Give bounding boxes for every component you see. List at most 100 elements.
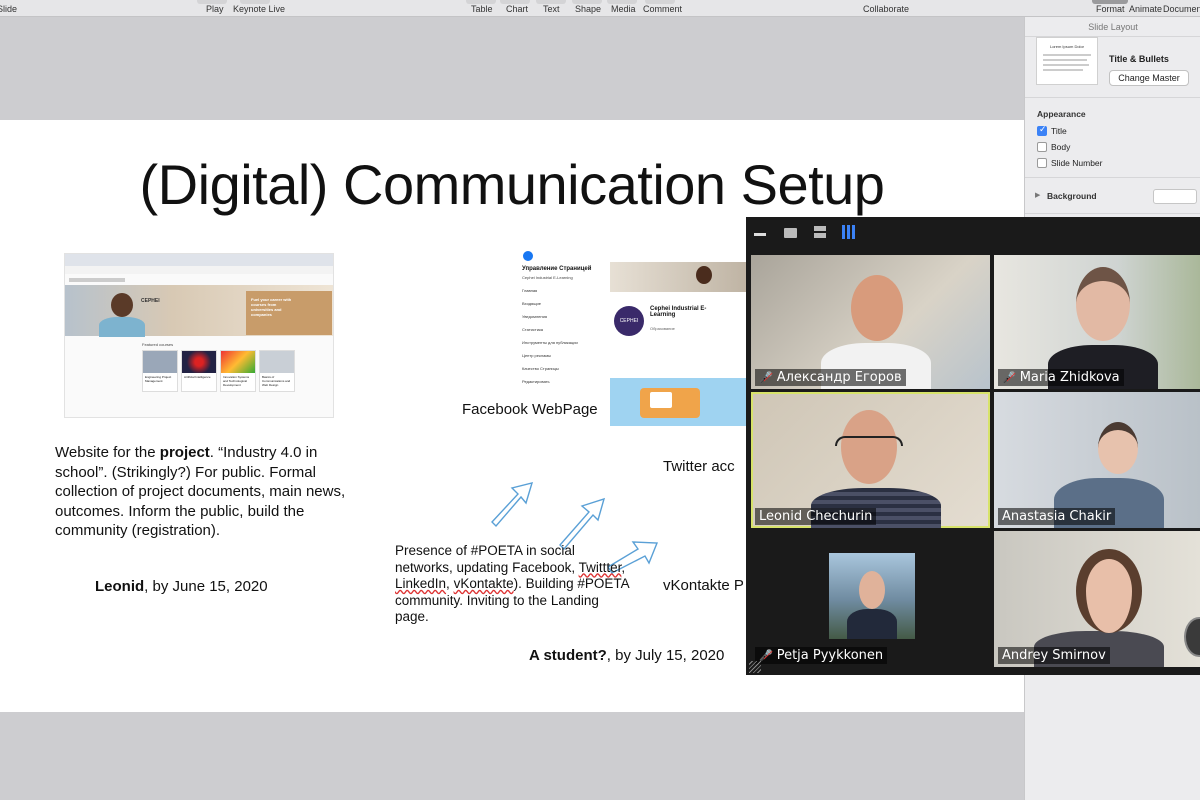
toolbar-keynote-live-button[interactable]: Keynote Live bbox=[233, 4, 285, 14]
fb-page-name: Cephei Industrial E-Learning bbox=[650, 306, 707, 318]
course-card: Artificial Intelligence bbox=[181, 350, 217, 392]
course-card: Innovation Systems and Technological Dev… bbox=[220, 350, 256, 392]
keynote-toolbar: Slide Play Keynote Live Table Chart Text… bbox=[0, 0, 1200, 17]
student-owner[interactable]: A student?, by July 15, 2020 bbox=[529, 647, 724, 664]
social-comma: , bbox=[621, 559, 626, 575]
website-screenshot[interactable]: CEPHEI Fuel your career with courses fro… bbox=[64, 253, 334, 418]
toolbar-media-button[interactable]: Media bbox=[611, 4, 636, 14]
gallery-view-icon[interactable] bbox=[842, 225, 856, 239]
participant-name: 🎤̸ Александр Егоров bbox=[755, 369, 906, 386]
social-twitter: Twittter bbox=[578, 559, 622, 575]
fb-menu-item: Инструменты для публикации bbox=[522, 340, 578, 345]
toolbar-slide-button[interactable]: Slide bbox=[0, 4, 17, 14]
site-nav-line bbox=[69, 278, 125, 282]
social-linkedin: LinkedIn bbox=[395, 576, 447, 591]
participant-name-text: Александр Егоров bbox=[776, 370, 902, 385]
vkontakte-label[interactable]: vKontakte P bbox=[663, 577, 744, 594]
title-checkbox[interactable] bbox=[1037, 125, 1047, 136]
website-text-bold: project bbox=[159, 444, 210, 461]
body-checkbox[interactable] bbox=[1037, 142, 1047, 152]
facebook-label[interactable]: Facebook WebPage bbox=[462, 401, 598, 418]
participant-tile[interactable]: 🎤̸ Maria Zhidkova bbox=[994, 255, 1200, 389]
toolbar-text-button[interactable]: Text bbox=[543, 4, 560, 14]
resize-handle-icon[interactable] bbox=[749, 661, 761, 673]
participant-tile[interactable]: 🎤̸ Александр Егоров bbox=[751, 255, 990, 389]
site-nav bbox=[65, 266, 333, 274]
background-color-well[interactable] bbox=[1153, 189, 1197, 204]
participant-head bbox=[1076, 549, 1142, 633]
participant-avatar-photo bbox=[829, 553, 915, 639]
fb-menu-item: Входящие bbox=[522, 301, 541, 306]
arrow-icon bbox=[559, 497, 606, 551]
participant-head bbox=[1098, 422, 1138, 474]
participant-name: 🎤̸ Petja Pyykkonen bbox=[755, 647, 888, 664]
layout-thumbnail[interactable]: Lorem Ipsum Dolor bbox=[1036, 37, 1098, 85]
hero-person-head bbox=[111, 293, 133, 317]
participant-tile[interactable]: Andrey Smirnov bbox=[994, 531, 1200, 667]
muted-mic-icon: 🎤̸ bbox=[759, 649, 773, 662]
participant-tile-active-speaker[interactable]: Leonid Chechurin bbox=[751, 392, 990, 528]
disclosure-triangle-icon[interactable]: ▶ bbox=[1035, 191, 1040, 199]
strip-view-icon-top[interactable] bbox=[814, 226, 826, 231]
participant-name-text: Petja Pyykkonen bbox=[776, 648, 884, 663]
twitter-label[interactable]: Twitter acc bbox=[663, 458, 735, 475]
slide-title[interactable]: (Digital) Communication Setup bbox=[0, 152, 1024, 217]
toolbar-play-button[interactable]: Play bbox=[206, 4, 224, 14]
fb-menu-item: Качество Страницы bbox=[522, 366, 559, 371]
speaker-view-icon[interactable] bbox=[784, 228, 797, 238]
featured-courses-label: Featured courses bbox=[142, 342, 174, 347]
toolbar-format-button[interactable]: Format bbox=[1096, 4, 1125, 14]
participant-name: Andrey Smirnov bbox=[998, 647, 1110, 664]
toolbar-collaborate-button[interactable]: Collaborate bbox=[863, 4, 909, 14]
hero-cta-text: Fuel your career with courses from unive… bbox=[251, 297, 292, 317]
course-card: Engineering Project Management bbox=[142, 350, 178, 392]
divider bbox=[1025, 97, 1200, 98]
headset-icon bbox=[835, 436, 903, 446]
website-description[interactable]: Website for the project. “Industry 4.0 i… bbox=[55, 443, 355, 541]
course-card: Basics of Communications and Web Design bbox=[259, 350, 295, 392]
facebook-screenshot[interactable]: Управление Страницей Cephei Industrial E… bbox=[516, 240, 746, 426]
toolbar-animate-button[interactable]: Animate bbox=[1129, 4, 1162, 14]
toolbar-chart-button[interactable]: Chart bbox=[506, 4, 528, 14]
layout-thumb-title: Lorem Ipsum Dolor bbox=[1049, 44, 1084, 49]
toolbar-comment-button[interactable]: Comment bbox=[643, 4, 682, 14]
slide-number-checkbox[interactable] bbox=[1037, 158, 1047, 168]
fb-menu-item: Уведомления bbox=[522, 314, 548, 319]
fb-manage-header: Управление Страницей bbox=[522, 266, 592, 272]
fb-menu-item: Статистика bbox=[522, 327, 544, 332]
social-description[interactable]: Presence of #POETA in social networks, u… bbox=[395, 543, 633, 626]
muted-mic-icon: 🎤̸ bbox=[759, 371, 773, 384]
participant-head bbox=[851, 275, 903, 341]
change-master-button[interactable]: Change Master bbox=[1109, 70, 1189, 86]
social-comma: , bbox=[446, 576, 454, 591]
minimize-icon[interactable] bbox=[754, 233, 766, 236]
student-owner-name: A student? bbox=[529, 647, 607, 664]
participant-name-text: Maria Zhidkova bbox=[1019, 370, 1120, 385]
participant-tile[interactable]: 🎤̸ Petja Pyykkonen bbox=[751, 531, 990, 667]
toolbar-table-button[interactable]: Table bbox=[471, 4, 493, 14]
layout-name: Title & Bullets bbox=[1109, 54, 1169, 64]
toolbar-document-button[interactable]: Document bbox=[1163, 4, 1200, 14]
fb-page-category: Образование bbox=[650, 326, 675, 331]
zoom-gallery-window[interactable]: 🎤̸ Александр Егоров 🎤̸ Maria Zhidkova Leon… bbox=[746, 217, 1200, 675]
social-vkontakte: vKontakte bbox=[453, 576, 514, 591]
fb-page-logo: CEPHEI bbox=[614, 306, 644, 336]
participant-name: Anastasia Chakir bbox=[998, 508, 1116, 525]
arrow-icon bbox=[491, 482, 534, 528]
strip-view-icon-bottom[interactable] bbox=[814, 233, 826, 238]
student-owner-date: , by July 15, 2020 bbox=[606, 647, 725, 664]
body-checkbox-label: Body bbox=[1051, 142, 1071, 152]
appearance-label: Appearance bbox=[1037, 109, 1086, 119]
background-label[interactable]: Background bbox=[1047, 191, 1097, 201]
divider bbox=[1025, 213, 1200, 214]
website-owner[interactable]: Leonid, by June 15, 2020 bbox=[95, 578, 268, 595]
participant-name-text: Leonid Chechurin bbox=[759, 509, 873, 524]
fb-cover-photo bbox=[610, 262, 746, 292]
overflow-button[interactable] bbox=[1184, 617, 1200, 657]
toolbar-shape-button[interactable]: Shape bbox=[575, 4, 601, 14]
slide-number-checkbox-label: Slide Number bbox=[1051, 158, 1103, 168]
website-owner-name: Leonid bbox=[95, 578, 145, 595]
social-text-1: Presence of #POETA in social networks, u… bbox=[395, 543, 579, 575]
participant-tile[interactable]: Anastasia Chakir bbox=[994, 392, 1200, 528]
participant-name-text: Andrey Smirnov bbox=[1002, 648, 1106, 663]
